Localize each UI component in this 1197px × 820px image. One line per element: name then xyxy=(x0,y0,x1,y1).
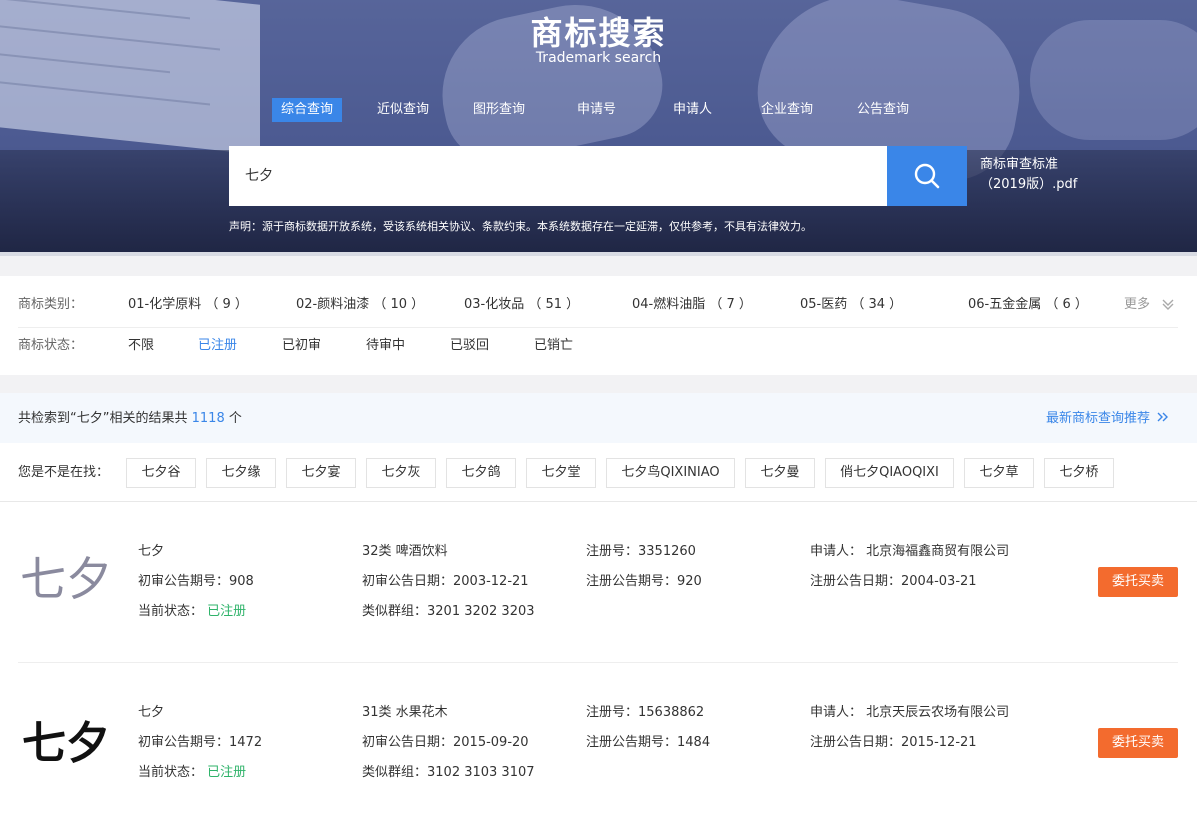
recommend-label: 最新商标查询推荐 xyxy=(1046,411,1151,426)
result-count: 1118 xyxy=(191,411,225,426)
tab-similar[interactable]: 近似查询 xyxy=(377,98,429,122)
entrust-trade-button[interactable]: 委托买卖 xyxy=(1098,728,1178,758)
search-input[interactable] xyxy=(229,146,887,206)
category-option[interactable]: 01-化学原料 （ 9 ） xyxy=(128,295,248,315)
disclaimer-text: 声明：源于商标数据开放系统，受该系统相关协议、条款约束。本系统数据存在一定延滞，… xyxy=(229,220,812,233)
category-option[interactable]: 04-燃料油脂 （ 7 ） xyxy=(632,295,752,315)
trademark-logo-text: 七夕 xyxy=(22,718,110,768)
registration-no: 注册号：3351260 xyxy=(586,544,696,559)
suggestion-chip[interactable]: 七夕桥 xyxy=(1044,458,1114,488)
registration-notice-date: 注册公告日期：2015-12-21 xyxy=(810,735,977,750)
applicant: 申请人： 北京天辰云农场有限公司 xyxy=(810,705,1010,720)
chevron-down-icon[interactable] xyxy=(1160,294,1176,314)
page-subtitle: Trademark search xyxy=(535,50,662,66)
suggestion-chip[interactable]: 七夕草 xyxy=(964,458,1034,488)
category-option[interactable]: 06-五金金属 （ 6 ） xyxy=(968,295,1088,315)
status-option-expired[interactable]: 已销亡 xyxy=(534,336,573,356)
tab-application-no[interactable]: 申请号 xyxy=(577,98,616,122)
section-gap xyxy=(0,375,1197,393)
status-option-registered[interactable]: 已注册 xyxy=(198,336,237,356)
search-button[interactable] xyxy=(887,146,967,206)
suggestion-chip[interactable]: 俏七夕QIAOQIXI xyxy=(825,458,954,488)
applicant: 申请人： 北京海福鑫商贸有限公司 xyxy=(810,544,1010,559)
page-title: 商标搜索 xyxy=(530,14,667,52)
trademark-category: 32类 啤酒饮料 xyxy=(362,544,448,559)
category-option[interactable]: 02-颜料油漆 （ 10 ） xyxy=(296,295,424,315)
results-top-divider xyxy=(0,501,1197,502)
status-filter-label: 商标状态： xyxy=(18,338,84,353)
entrust-trade-button[interactable]: 委托买卖 xyxy=(1098,567,1178,597)
status-option-rejected[interactable]: 已驳回 xyxy=(450,336,489,356)
tab-graphic[interactable]: 图形查询 xyxy=(473,98,525,122)
search-icon xyxy=(914,163,940,189)
registration-notice-date: 注册公告日期：2004-03-21 xyxy=(810,574,977,589)
suggestion-chip[interactable]: 七夕灰 xyxy=(366,458,436,488)
summary-prefix: 共检索到“七夕”相关的结果共 xyxy=(18,411,188,426)
pdf-link-line1: 商标审查标准 xyxy=(980,157,1059,172)
pdf-link-line2: （2019版）.pdf xyxy=(980,177,1078,192)
review-standard-pdf-link[interactable]: 商标审查标准 （2019版）.pdf xyxy=(980,155,1100,195)
double-chevron-right-icon xyxy=(1157,412,1169,422)
trademark-logo[interactable]: 七夕 xyxy=(18,543,114,607)
current-status-label: 当前状态： xyxy=(138,604,204,619)
suggestion-chip[interactable]: 七夕缘 xyxy=(206,458,276,488)
trademark-name[interactable]: 七夕 xyxy=(138,704,164,722)
current-status: 当前状态： 已注册 xyxy=(138,764,246,782)
recommend-link[interactable]: 最新商标查询推荐 xyxy=(1046,410,1170,428)
more-categories-button[interactable]: 更多 xyxy=(1124,295,1150,315)
result-divider xyxy=(18,662,1178,663)
registration-notice-no: 注册公告期号：920 xyxy=(586,574,702,589)
status-badge: 已注册 xyxy=(207,604,247,619)
hero-banner: 商标搜索 Trademark search 综合查询 近似查询 图形查询 申请号… xyxy=(0,0,1197,256)
current-status-label: 当前状态： xyxy=(138,765,204,780)
result-summary: 共检索到“七夕”相关的结果共 1118 个 xyxy=(18,410,242,428)
status-option-pending[interactable]: 待审中 xyxy=(366,336,405,356)
registration-notice-no: 注册公告期号：1484 xyxy=(586,735,711,750)
tab-company[interactable]: 企业查询 xyxy=(761,98,813,122)
trademark-name[interactable]: 七夕 xyxy=(138,543,164,561)
tab-comprehensive[interactable]: 综合查询 xyxy=(272,98,343,122)
summary-suffix: 个 xyxy=(228,411,242,426)
tab-announcement[interactable]: 公告查询 xyxy=(857,98,909,122)
tab-applicant[interactable]: 申请人 xyxy=(673,98,712,122)
registration-no: 注册号：15638862 xyxy=(586,705,705,720)
result-item[interactable]: 七夕 七夕 初审公告期号：1472 当前状态： 已注册 31类 水果花木 初审公… xyxy=(0,688,1197,820)
trademark-logo[interactable]: 七夕 xyxy=(18,704,114,768)
suggestion-label: 您是不是在找： xyxy=(18,465,110,480)
suggestion-chip[interactable]: 七夕谷 xyxy=(126,458,196,488)
current-status: 当前状态： 已注册 xyxy=(138,603,246,621)
category-option[interactable]: 05-医药 （ 34 ） xyxy=(800,295,902,315)
suggestion-chip[interactable]: 七夕宴 xyxy=(286,458,356,488)
filter-divider xyxy=(18,327,1178,328)
similar-groups: 类似群组：3102 3103 3107 xyxy=(362,765,535,780)
status-badge: 已注册 xyxy=(207,765,247,780)
prelim-notice-date: 初审公告日期：2015-09-20 xyxy=(362,735,529,750)
status-option-all[interactable]: 不限 xyxy=(128,336,154,356)
category-option[interactable]: 03-化妆品 （ 51 ） xyxy=(464,295,579,315)
result-item[interactable]: 七夕 七夕 初审公告期号：908 当前状态： 已注册 32类 啤酒饮料 初审公告… xyxy=(0,527,1197,677)
section-gap xyxy=(0,256,1197,276)
suggestion-chip[interactable]: 七夕曼 xyxy=(745,458,815,488)
suggestion-chip[interactable]: 七夕鸟QIXINIAO xyxy=(606,458,735,488)
status-option-prelim[interactable]: 已初审 xyxy=(282,336,321,356)
trademark-category: 31类 水果花木 xyxy=(362,705,448,720)
suggestion-chip[interactable]: 七夕鸽 xyxy=(446,458,516,488)
similar-groups: 类似群组：3201 3202 3203 xyxy=(362,604,535,619)
prelim-notice-date: 初审公告日期：2003-12-21 xyxy=(362,574,529,589)
trademark-logo-text: 七夕 xyxy=(20,552,112,606)
prelim-notice-no: 初审公告期号：1472 xyxy=(138,735,263,750)
category-filter-label: 商标类别： xyxy=(18,297,84,312)
prelim-notice-no: 初审公告期号：908 xyxy=(138,574,254,589)
suggestion-chip[interactable]: 七夕堂 xyxy=(526,458,596,488)
